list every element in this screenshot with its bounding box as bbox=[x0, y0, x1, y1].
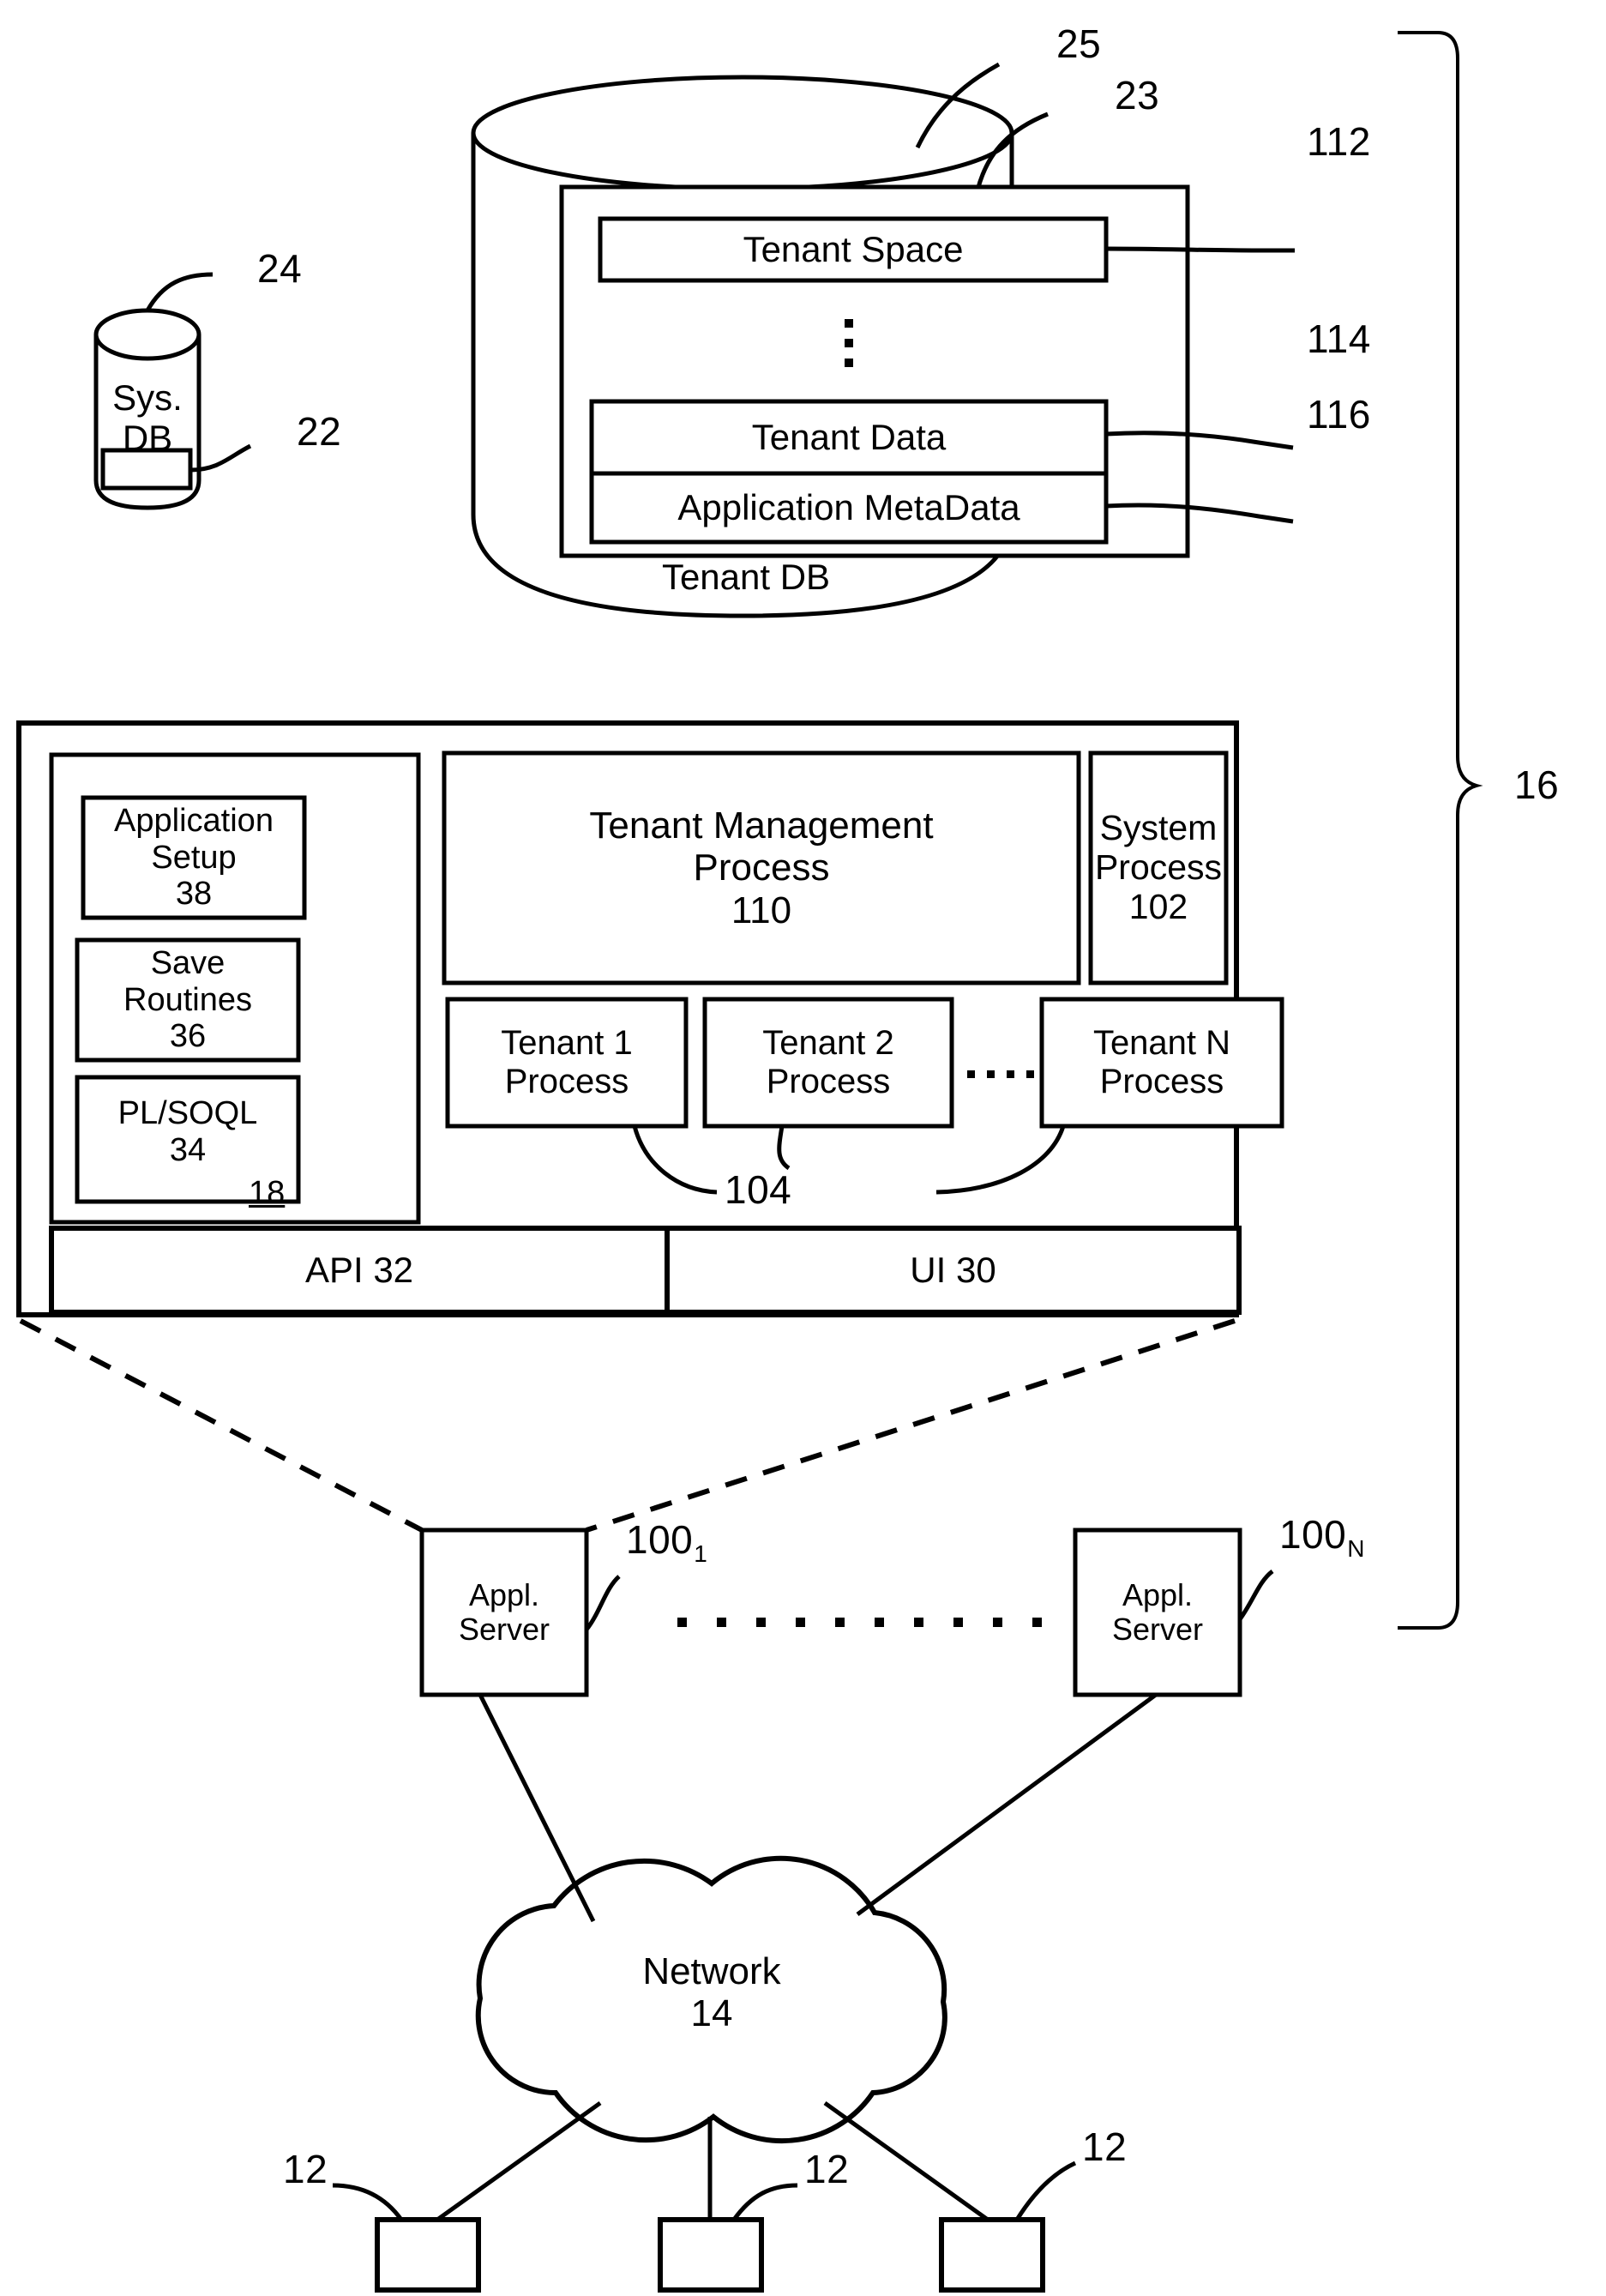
tenant-management-process-label: Tenant Management Process 110 bbox=[444, 753, 1079, 983]
system-scope-brace bbox=[1398, 31, 1483, 1630]
ref-23: 23 bbox=[1115, 73, 1160, 118]
application-setup-line1: Application bbox=[114, 803, 274, 840]
tenant2-line1: Tenant 2 bbox=[762, 1024, 894, 1063]
expansion-dashed-lines bbox=[19, 1318, 1236, 1533]
save-routines-line1: Save bbox=[150, 945, 226, 982]
leader-line-12-c bbox=[1014, 2160, 1077, 2221]
leader-line-100-n bbox=[1237, 1570, 1274, 1621]
tmp-line2: Process bbox=[693, 847, 830, 889]
application-setup-line2: Setup bbox=[151, 839, 237, 876]
user-system-3-box bbox=[939, 2217, 1045, 2293]
tenant-data-label: Tenant Data bbox=[751, 417, 947, 458]
ref-100-1: 1001 bbox=[626, 1517, 707, 1566]
plsoql-ref: 34 bbox=[169, 1131, 207, 1168]
system-db-line1: Sys. bbox=[112, 377, 183, 418]
ref-116: 116 bbox=[1307, 392, 1371, 437]
ui-label: UI 30 bbox=[910, 1250, 996, 1291]
link-servern-network bbox=[856, 1692, 1158, 1917]
patent-figure: Sys. DB 24 22 25 23 Tenant Space 112 Ten… bbox=[0, 0, 1606, 2296]
ref-104: 104 bbox=[725, 1167, 792, 1212]
ref-100-n-base: 100 bbox=[1279, 1512, 1347, 1557]
appl-server-1-line1: Appl. bbox=[468, 1576, 540, 1612]
system-db-line2: DB bbox=[122, 418, 173, 458]
ref-12-a: 12 bbox=[283, 2147, 328, 2191]
save-routines-label: Save Routines 36 bbox=[77, 940, 298, 1060]
appl-server-n-label: Appl. Server bbox=[1075, 1530, 1240, 1695]
leader-line-100-1 bbox=[585, 1575, 621, 1631]
ref-22: 22 bbox=[297, 409, 342, 454]
tenant-process-ellipsis-icon bbox=[967, 1070, 1034, 1078]
ref-16: 16 bbox=[1514, 762, 1560, 807]
leader-line-12-a bbox=[332, 2183, 404, 2221]
appl-server-n-line1: Appl. bbox=[1122, 1576, 1194, 1612]
sysproc-ref: 102 bbox=[1128, 886, 1188, 926]
network-line1: Network bbox=[642, 1949, 781, 1992]
tenantn-line1: Tenant N bbox=[1092, 1024, 1231, 1063]
sysproc-line2: Process bbox=[1094, 847, 1223, 888]
vertical-ellipsis-icon bbox=[845, 319, 853, 367]
system-db-label: Sys. DB bbox=[96, 371, 199, 465]
plsoql-label: PL/SOQL 34 bbox=[77, 1082, 298, 1181]
ref-114: 114 bbox=[1307, 316, 1371, 361]
ref-100-n: 100N bbox=[1279, 1512, 1364, 1561]
tenant-db-caption: Tenant DB bbox=[661, 557, 831, 598]
link-network-user1 bbox=[436, 2100, 602, 2222]
tenant-n-process-label: Tenant N Process bbox=[1042, 999, 1282, 1126]
ref-12-c: 12 bbox=[1082, 2124, 1128, 2169]
save-routines-ref: 36 bbox=[169, 1018, 207, 1055]
application-setup-ref: 38 bbox=[175, 876, 213, 913]
network-line2: 14 bbox=[690, 1992, 733, 2034]
tenant-space-label: Tenant Space bbox=[743, 229, 964, 270]
leader-line-12-b bbox=[731, 2183, 798, 2221]
api-label: API 32 bbox=[304, 1250, 414, 1291]
tenant2-line2: Process bbox=[766, 1063, 891, 1100]
tenant1-line2: Process bbox=[504, 1063, 629, 1100]
user-system-2-box bbox=[658, 2217, 764, 2293]
sysproc-line1: System bbox=[1099, 808, 1218, 848]
tenant-2-process-label: Tenant 2 Process bbox=[705, 999, 952, 1126]
application-metadata-label: Application MetaData bbox=[677, 487, 1020, 528]
ref-12-b: 12 bbox=[804, 2147, 850, 2191]
save-routines-line2: Routines bbox=[123, 981, 252, 1018]
link-network-user3 bbox=[823, 2100, 989, 2222]
ref-25: 25 bbox=[1056, 21, 1102, 66]
system-process-label: System Process 102 bbox=[1091, 753, 1226, 983]
ref-18: 18 bbox=[249, 1175, 286, 1211]
appl-server-n-line2: Server bbox=[1111, 1612, 1204, 1647]
plsoql-line1: PL/SOQL bbox=[117, 1094, 258, 1131]
ref-100-1-sub: 1 bbox=[694, 1540, 708, 1567]
tenantn-line2: Process bbox=[1099, 1063, 1224, 1100]
ref-100-1-base: 100 bbox=[626, 1517, 694, 1562]
tmp-ref: 110 bbox=[731, 889, 792, 931]
link-server1-network bbox=[478, 1693, 596, 1923]
application-setup-label: Application Setup 38 bbox=[83, 798, 304, 918]
ref-112: 112 bbox=[1307, 119, 1371, 164]
appl-server-1-line2: Server bbox=[458, 1612, 550, 1647]
appl-server-1-label: Appl. Server bbox=[422, 1530, 586, 1695]
ref-100-n-sub: N bbox=[1347, 1535, 1365, 1562]
network-label: Network 14 bbox=[566, 1937, 857, 2048]
server-series-ellipsis-icon bbox=[677, 1618, 1042, 1627]
leader-line-112 bbox=[1105, 246, 1295, 253]
tenant-1-process-label: Tenant 1 Process bbox=[448, 999, 686, 1126]
ref-24: 24 bbox=[257, 246, 303, 291]
user-system-1-box bbox=[375, 2217, 481, 2293]
tenant1-line1: Tenant 1 bbox=[501, 1024, 633, 1063]
tmp-line1: Tenant Management bbox=[589, 805, 934, 847]
leader-line-24 bbox=[145, 272, 214, 312]
